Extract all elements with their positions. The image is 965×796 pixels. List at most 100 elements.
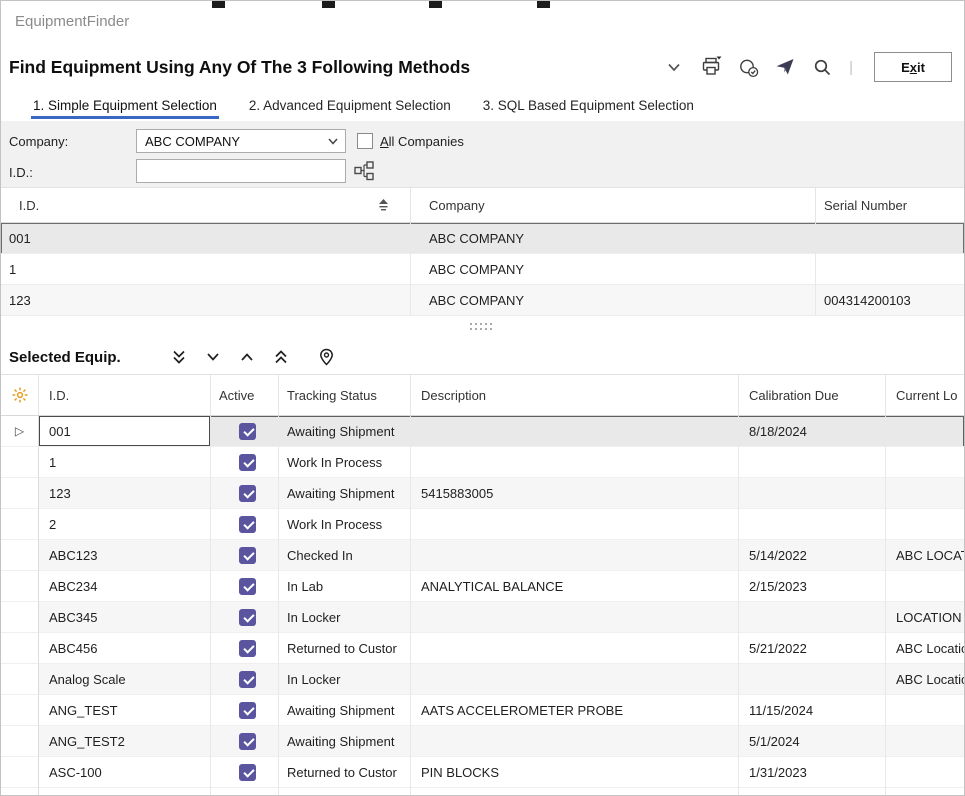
column-header-id[interactable]: I.D.	[1, 188, 411, 222]
tab-sql-based-equipment-selection[interactable]: 3. SQL Based Equipment Selection	[481, 91, 696, 119]
cell-active	[211, 788, 279, 795]
active-checkbox[interactable]	[239, 640, 256, 657]
cell-current-location	[886, 571, 964, 602]
exit-button[interactable]: Exit	[874, 52, 952, 82]
tab-advanced-equipment-selection[interactable]: 2. Advanced Equipment Selection	[247, 91, 453, 119]
selected-equipment-grid: I.D. Active Tracking Status Description …	[1, 374, 964, 795]
cell-description: AATS ACCELEROMETER PROBE	[411, 695, 739, 726]
table-row[interactable]: ▷ ABC123 Checked In 5/14/2022 ABC LOCAT	[1, 540, 964, 571]
table-row[interactable]: 123 ABC COMPANY 004314200103	[1, 285, 964, 316]
row-indicator: ▷	[1, 726, 39, 757]
active-checkbox[interactable]	[239, 795, 256, 796]
cell-calibration-due	[739, 509, 886, 540]
cell-active	[211, 478, 279, 509]
cell-active	[211, 602, 279, 633]
chevron-down-icon[interactable]	[662, 55, 686, 79]
hierarchy-lookup-icon[interactable]	[354, 161, 374, 181]
column-header-serial-number[interactable]: Serial Number	[816, 188, 964, 222]
cell-id: 001	[39, 416, 211, 447]
cell-description	[411, 540, 739, 571]
table-row[interactable]: ▷ ANG_TEST2 Awaiting Shipment 5/1/2024	[1, 726, 964, 757]
page-title: Find Equipment Using Any Of The 3 Follow…	[9, 57, 470, 78]
all-companies-label[interactable]: All Companies	[380, 134, 464, 149]
table-row[interactable]: ▷ 123 Awaiting Shipment 5415883005	[1, 478, 964, 509]
move-previous-icon[interactable]	[237, 347, 257, 367]
active-checkbox[interactable]	[239, 423, 256, 440]
move-last-icon[interactable]	[169, 347, 189, 367]
active-checkbox[interactable]	[239, 764, 256, 781]
search-icon[interactable]	[810, 55, 834, 79]
cell-description: 5415883005	[411, 478, 739, 509]
table-row[interactable]: 001 ABC COMPANY	[1, 223, 964, 254]
column-header-description[interactable]: Description	[411, 375, 739, 415]
cell-calibration-due: 5/21/2022	[739, 633, 886, 664]
cell-id: 1	[39, 447, 211, 478]
selected-equip-header: Selected Equip.	[1, 340, 964, 374]
send-icon[interactable]	[773, 55, 797, 79]
table-row[interactable]: ▷ Analog Scale In Locker ABC Locatio	[1, 664, 964, 695]
location-pin-icon[interactable]	[317, 347, 337, 367]
cell-current-location: ABC Locatio	[886, 664, 964, 695]
grid2-header: I.D. Active Tracking Status Description …	[1, 374, 964, 416]
table-row[interactable]: ▷ 001 Awaiting Shipment 8/18/2024	[1, 416, 964, 447]
column-header-tracking-status[interactable]: Tracking Status	[279, 375, 411, 415]
company-dropdown[interactable]: ABC COMPANY	[136, 129, 346, 153]
cell-id: ABC456	[39, 633, 211, 664]
cell-id: ABC345	[39, 602, 211, 633]
row-indicator: ▷	[1, 664, 39, 695]
cell-tracking-status: Awaiting Shipment	[279, 478, 411, 509]
cell-calibration-due	[739, 447, 886, 478]
cell-tracking-status: In Locker	[279, 602, 411, 633]
move-first-icon[interactable]	[271, 347, 291, 367]
active-checkbox[interactable]	[239, 702, 256, 719]
table-row[interactable]: ▷ 2 Work In Process	[1, 509, 964, 540]
cell-tracking-status: In Lab	[279, 571, 411, 602]
id-input[interactable]	[136, 159, 346, 183]
active-checkbox[interactable]	[239, 454, 256, 471]
customization-header-cell[interactable]	[1, 375, 39, 415]
chevron-down-icon	[327, 135, 339, 147]
all-companies-checkbox[interactable]	[357, 133, 373, 149]
cell-description	[411, 509, 739, 540]
cell-calibration-due: 5/1/2024	[739, 726, 886, 757]
cell-current-location	[886, 726, 964, 757]
column-header-current-location[interactable]: Current Lo	[886, 375, 964, 415]
cell-calibration-due	[739, 788, 886, 795]
active-checkbox[interactable]	[239, 609, 256, 626]
cell-current-location: ABC Locatio	[886, 633, 964, 664]
column-header-active[interactable]: Active	[211, 375, 279, 415]
column-header-id[interactable]: I.D.	[39, 375, 211, 415]
active-checkbox[interactable]	[239, 578, 256, 595]
table-row[interactable]: ▷ ANG_TEST Awaiting Shipment AATS ACCELE…	[1, 695, 964, 726]
table-row[interactable]: ▷ ASC-100 Returned to Custor PIN BLOCKS …	[1, 757, 964, 788]
toolbar-separator: |	[847, 59, 855, 76]
header-row: Find Equipment Using Any Of The 3 Follow…	[1, 45, 964, 89]
column-header-company[interactable]: Company	[411, 188, 816, 222]
company-dropdown-value: ABC COMPANY	[145, 134, 327, 149]
grid-splitter[interactable]	[1, 316, 964, 340]
active-checkbox[interactable]	[239, 547, 256, 564]
print-options-icon[interactable]	[736, 55, 760, 79]
table-row[interactable]: ▷ ABC345 In Locker LOCATION	[1, 602, 964, 633]
active-checkbox[interactable]	[239, 516, 256, 533]
cell-id: ANG_TEST2	[39, 726, 211, 757]
title-bar: EquipmentFinder	[1, 1, 964, 41]
table-row[interactable]: ▷ ABC234 In Lab ANALYTICAL BALANCE 2/15/…	[1, 571, 964, 602]
table-row[interactable]: ▷	[1, 788, 964, 795]
cell-id: 1	[1, 254, 411, 285]
tab-simple-equipment-selection[interactable]: 1. Simple Equipment Selection	[31, 91, 219, 119]
company-label: Company:	[9, 134, 68, 149]
print-icon[interactable]	[699, 55, 723, 79]
cell-current-location: LOCATION	[886, 602, 964, 633]
table-row[interactable]: ▷ 1 Work In Process	[1, 447, 964, 478]
column-header-calibration-due[interactable]: Calibration Due	[739, 375, 886, 415]
active-checkbox[interactable]	[239, 733, 256, 750]
active-checkbox[interactable]	[239, 671, 256, 688]
table-row[interactable]: 1 ABC COMPANY	[1, 254, 964, 285]
cell-tracking-status: Awaiting Shipment	[279, 416, 411, 447]
move-next-icon[interactable]	[203, 347, 223, 367]
cell-current-location	[886, 447, 964, 478]
active-checkbox[interactable]	[239, 485, 256, 502]
table-row[interactable]: ▷ ABC456 Returned to Custor 5/21/2022 AB…	[1, 633, 964, 664]
row-indicator: ▷	[1, 633, 39, 664]
